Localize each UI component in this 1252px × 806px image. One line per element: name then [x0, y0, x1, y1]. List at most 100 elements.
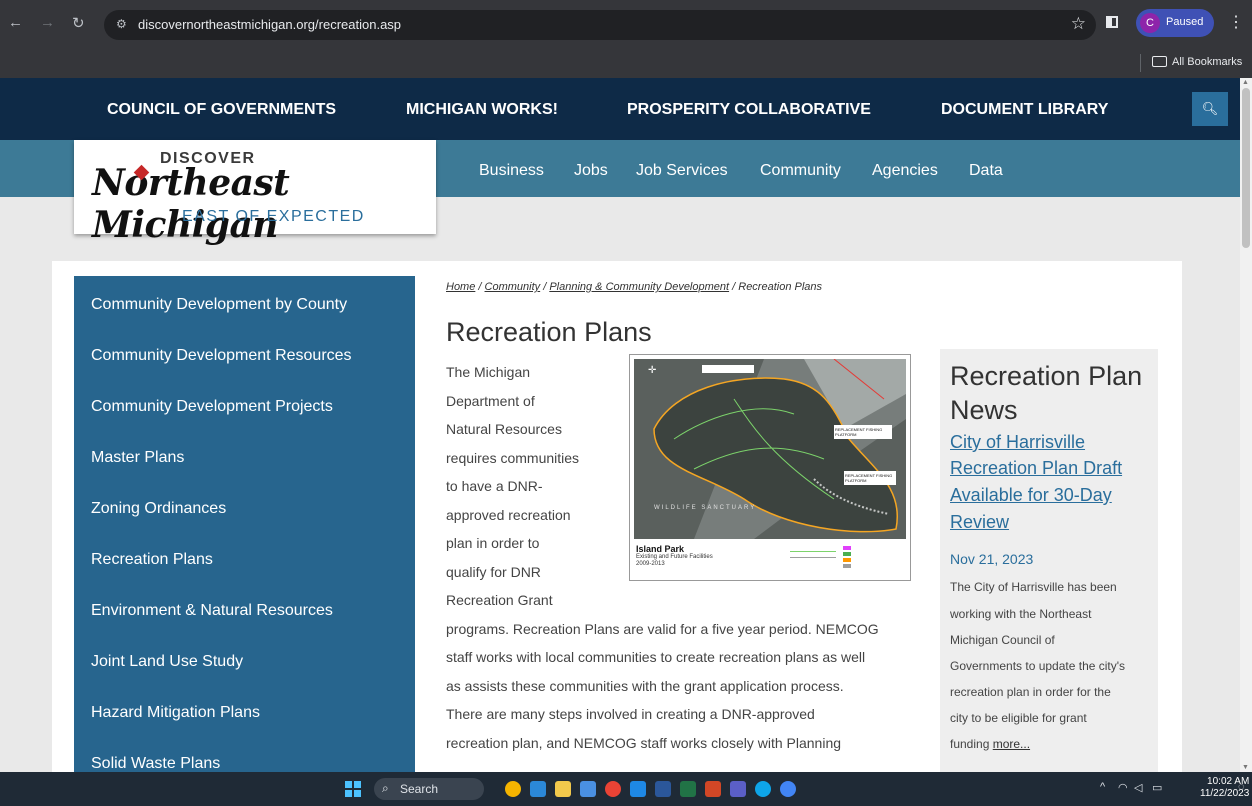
- main-content: Community Development by County Communit…: [52, 261, 1182, 772]
- site-info-icon[interactable]: ⚙: [116, 17, 127, 31]
- side-panel-icon[interactable]: [1106, 16, 1118, 28]
- map-drawing: ✛: [634, 359, 906, 539]
- news-panel: Recreation Plan News City of Harrisville…: [940, 349, 1158, 772]
- chevron-up-icon[interactable]: ^: [1100, 781, 1105, 793]
- profile-button[interactable]: C Paused: [1136, 9, 1214, 37]
- scrollbar-thumb[interactable]: [1242, 88, 1250, 248]
- powerpoint-icon[interactable]: [705, 781, 721, 797]
- sidebar-item-joint-land-use-study[interactable]: Joint Land Use Study: [91, 653, 243, 671]
- document-app-icon[interactable]: [580, 781, 596, 797]
- legend-swatch: [843, 546, 851, 550]
- legend-swatch: [843, 552, 851, 556]
- news-article-link[interactable]: City of Harrisville: [950, 432, 1085, 453]
- search-button[interactable]: 🔍︎: [1192, 92, 1228, 126]
- news-heading-line: News: [950, 395, 1018, 425]
- sidebar-item-community-development-resources[interactable]: Community Development Resources: [91, 347, 352, 365]
- news-more-link[interactable]: more...: [993, 737, 1030, 751]
- body-line: There are many steps involved in creatin…: [446, 706, 815, 722]
- sidebar-item-community-development-projects[interactable]: Community Development Projects: [91, 398, 333, 416]
- news-text-line: funding more...: [950, 737, 1030, 751]
- news-article-link[interactable]: Available for 30-Day: [950, 485, 1112, 506]
- subnav-community[interactable]: Community: [760, 162, 841, 180]
- body-line: Department of: [446, 393, 535, 409]
- map-subtitle: Existing and Future Facilities: [636, 554, 713, 560]
- map-years: 2009-2013: [636, 561, 665, 567]
- chrome-profile-icon[interactable]: [780, 781, 796, 797]
- legend-swatch: [843, 558, 851, 562]
- news-article-link[interactable]: Recreation Plan Draft: [950, 458, 1122, 479]
- site-logo[interactable]: DISCOVER Northeast Michigan EAST OF EXPE…: [74, 140, 436, 246]
- reload-icon[interactable]: ↻: [72, 14, 85, 32]
- page-title: Recreation Plans: [446, 317, 652, 347]
- news-text-line: city to be eligible for grant: [950, 711, 1087, 725]
- notification-icon[interactable]: ◌: [1238, 781, 1245, 793]
- body-line: to have a DNR-: [446, 478, 543, 494]
- body-line: plan in order to: [446, 535, 540, 551]
- body-line: programs. Recreation Plans are valid for…: [446, 621, 879, 637]
- sidebar-menu: Community Development by County Communit…: [74, 276, 415, 772]
- sidebar-item-recreation-plans[interactable]: Recreation Plans: [91, 551, 213, 569]
- nav-council-of-governments[interactable]: COUNCIL OF GOVERNMENTS: [107, 101, 336, 119]
- word-icon[interactable]: [655, 781, 671, 797]
- scroll-up-icon[interactable]: ▲: [1242, 79, 1249, 86]
- subnav-job-services[interactable]: Job Services: [636, 162, 728, 180]
- breadcrumb-community[interactable]: Community: [485, 281, 541, 293]
- taskbar-search[interactable]: ⌕ Search: [374, 778, 484, 800]
- sidebar-item-solid-waste-plans[interactable]: Solid Waste Plans: [91, 755, 220, 772]
- breadcrumb-home[interactable]: Home: [446, 281, 475, 293]
- chrome-icon[interactable]: [605, 781, 621, 797]
- sidebar-item-environment-natural-resources[interactable]: Environment & Natural Resources: [91, 602, 333, 620]
- page-scrollbar[interactable]: ▲ ▼: [1240, 78, 1252, 772]
- subnav-data[interactable]: Data: [969, 162, 1003, 180]
- nav-michigan-works[interactable]: MICHIGAN WORKS!: [406, 101, 558, 119]
- breadcrumb-separator: /: [540, 281, 550, 293]
- address-bar[interactable]: ⚙ discovernortheastmichigan.org/recreati…: [104, 10, 1096, 40]
- page-viewport: COUNCIL OF GOVERNMENTS MICHIGAN WORKS! P…: [0, 78, 1240, 772]
- sidebar-item-hazard-mitigation-plans[interactable]: Hazard Mitigation Plans: [91, 704, 260, 722]
- news-date: Nov 21, 2023: [950, 551, 1034, 567]
- body-line: as assists these communities with the gr…: [446, 678, 844, 694]
- back-icon[interactable]: ←: [8, 14, 23, 31]
- body-line: The Michigan: [446, 364, 531, 380]
- breadcrumb-planning[interactable]: Planning & Community Development: [549, 281, 729, 293]
- sidebar-item-zoning-ordinances[interactable]: Zoning Ordinances: [91, 500, 226, 518]
- windows-start-icon[interactable]: [345, 781, 361, 797]
- subnav-jobs[interactable]: Jobs: [574, 162, 608, 180]
- news-article-link[interactable]: Review: [950, 512, 1009, 533]
- breadcrumb-separator: /: [729, 281, 739, 293]
- excel-icon[interactable]: [680, 781, 696, 797]
- battery-icon[interactable]: ▭: [1152, 781, 1162, 794]
- top-navigation: COUNCIL OF GOVERNMENTS MICHIGAN WORKS! P…: [0, 78, 1240, 140]
- body-line: approved recreation: [446, 507, 571, 523]
- widgets-icon[interactable]: [505, 781, 521, 797]
- volume-icon[interactable]: ◁: [1134, 781, 1142, 794]
- body-line: Natural Resources: [446, 421, 562, 437]
- wifi-icon[interactable]: ◠: [1118, 781, 1128, 794]
- forward-icon[interactable]: →: [40, 14, 55, 31]
- bookmark-star-icon[interactable]: ☆: [1071, 14, 1086, 34]
- edge-icon[interactable]: [755, 781, 771, 797]
- news-text-line: Michigan Council of: [950, 633, 1055, 647]
- nav-document-library[interactable]: DOCUMENT LIBRARY: [941, 101, 1108, 119]
- search-icon: ⌕: [382, 781, 389, 795]
- breadcrumb-current: Recreation Plans: [738, 281, 823, 293]
- subnav-business[interactable]: Business: [479, 162, 544, 180]
- subnav-agencies[interactable]: Agencies: [872, 162, 938, 180]
- menu-icon[interactable]: ⋮: [1228, 12, 1244, 32]
- windows-taskbar: ⌕ Search ^ ◠ ◁ ▭ 10:02 AM 11/22/2023 ◌: [0, 772, 1252, 806]
- all-bookmarks[interactable]: All Bookmarks: [1172, 56, 1242, 68]
- sidebar-item-master-plans[interactable]: Master Plans: [91, 449, 184, 467]
- file-explorer-icon[interactable]: [555, 781, 571, 797]
- people-app-icon[interactable]: [530, 781, 546, 797]
- url-text[interactable]: discovernortheastmichigan.org/recreation…: [138, 17, 401, 32]
- svg-text:✛: ✛: [648, 365, 656, 376]
- nav-prosperity-collaborative[interactable]: PROSPERITY COLLABORATIVE: [627, 101, 871, 119]
- island-park-map-image[interactable]: ✛ WILDLIFE SANCTUARY REPLACEMENT FISHING…: [629, 354, 911, 581]
- outlook-icon[interactable]: [630, 781, 646, 797]
- sidebar-item-community-development-by-county[interactable]: Community Development by County: [91, 296, 347, 314]
- teams-icon[interactable]: [730, 781, 746, 797]
- scroll-down-icon[interactable]: ▼: [1242, 764, 1249, 771]
- news-text-line: funding: [950, 737, 990, 751]
- divider: [1140, 54, 1141, 72]
- browser-toolbar: ← → ↻ ⚙ discovernortheastmichigan.org/re…: [0, 0, 1252, 48]
